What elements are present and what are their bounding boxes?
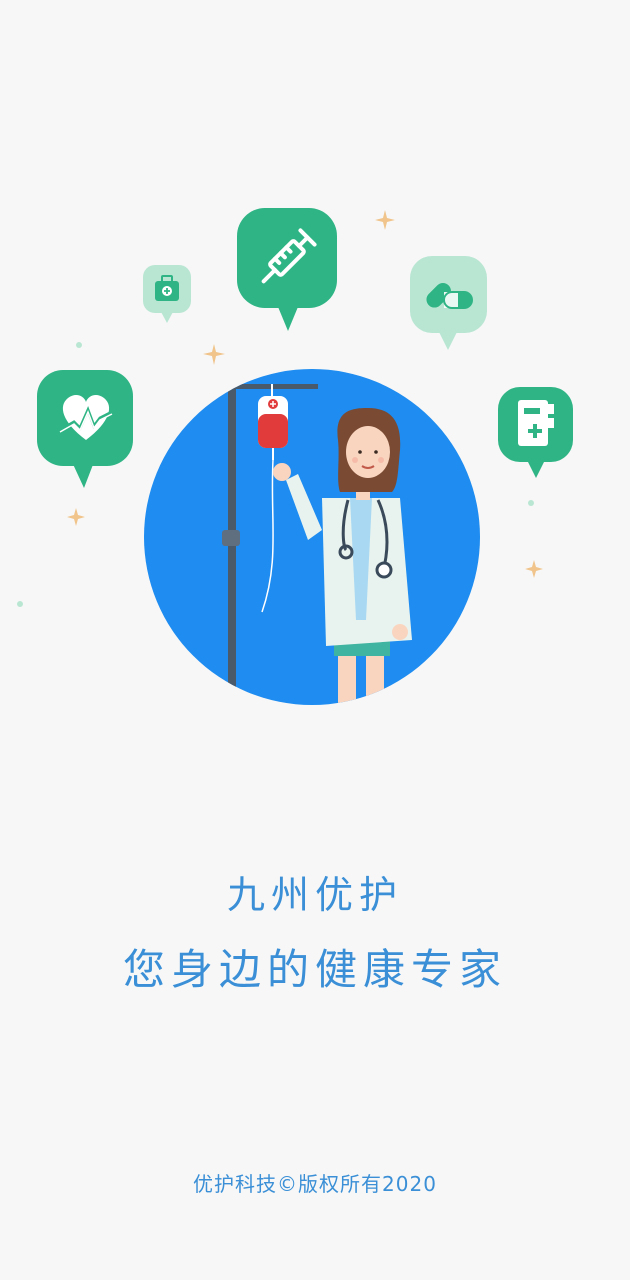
- medical-record-icon: [498, 387, 573, 478]
- syringe-icon: [237, 208, 337, 331]
- app-name: 九州优护: [226, 873, 403, 917]
- medical-kit-icon: [143, 265, 191, 323]
- pill-capsule-icon: [410, 256, 487, 350]
- doctor-illustration: [144, 369, 480, 705]
- splash-illustration: [17, 208, 573, 705]
- heart-monitor-icon: [37, 370, 133, 488]
- copyright-footer: 优护科技©版权所有2020: [193, 1172, 437, 1196]
- slogan: 您身边的健康专家: [122, 945, 507, 994]
